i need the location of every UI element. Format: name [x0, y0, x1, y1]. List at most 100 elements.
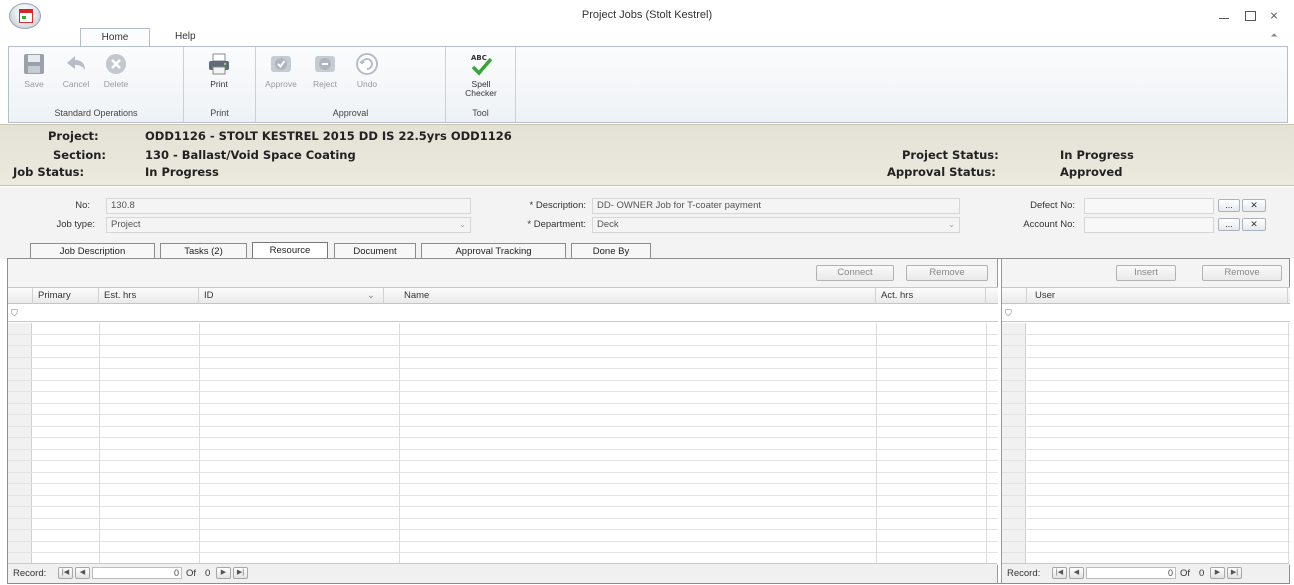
ribbon-tab-home[interactable]: Home: [80, 28, 150, 47]
table-row[interactable]: [1002, 392, 1290, 404]
account-clear-button[interactable]: ✕: [1242, 218, 1266, 231]
row-selector[interactable]: [1002, 380, 1026, 391]
table-row[interactable]: [1002, 346, 1290, 358]
table-row[interactable]: [8, 426, 998, 438]
table-row[interactable]: [8, 323, 998, 335]
last-record-button[interactable]: ▶|: [1227, 567, 1242, 579]
row-selector[interactable]: [1002, 346, 1026, 357]
remove-resource-button[interactable]: Remove: [906, 265, 988, 281]
row-selector[interactable]: [1002, 403, 1026, 414]
table-row[interactable]: [1002, 541, 1290, 553]
table-row[interactable]: [8, 472, 998, 484]
row-selector[interactable]: [1002, 449, 1026, 460]
table-row[interactable]: [8, 369, 998, 381]
row-selector[interactable]: [1002, 507, 1026, 518]
row-selector[interactable]: [8, 553, 32, 564]
tab-job-description[interactable]: Job Description: [30, 243, 155, 259]
table-row[interactable]: [8, 484, 998, 496]
row-selector[interactable]: [1002, 323, 1026, 334]
print-button[interactable]: Print: [200, 51, 238, 99]
current-record-field[interactable]: 0: [92, 567, 182, 579]
tab-done-by[interactable]: Done By: [571, 243, 651, 259]
description-field[interactable]: DD- OWNER Job for T-coater payment: [592, 198, 960, 214]
undo-button[interactable]: Undo: [348, 51, 386, 99]
row-selector[interactable]: [1002, 461, 1026, 472]
table-row[interactable]: [1002, 323, 1290, 335]
save-button[interactable]: Save: [15, 51, 53, 99]
table-row[interactable]: [8, 357, 998, 369]
row-selector[interactable]: [1002, 334, 1026, 345]
table-row[interactable]: [8, 346, 998, 358]
row-selector[interactable]: [8, 518, 32, 529]
user-filter-row[interactable]: ⛉: [1002, 305, 1290, 322]
minimize-button[interactable]: [1216, 10, 1232, 22]
table-row[interactable]: [8, 392, 998, 404]
col-id[interactable]: ID ⌄: [199, 288, 384, 304]
row-selector[interactable]: [8, 415, 32, 426]
table-row[interactable]: [1002, 461, 1290, 473]
row-selector[interactable]: [1002, 553, 1026, 564]
table-row[interactable]: [1002, 484, 1290, 496]
defect-browse-button[interactable]: ...: [1218, 199, 1240, 212]
table-row[interactable]: [8, 415, 998, 427]
col-name[interactable]: Name: [399, 288, 876, 304]
connect-button[interactable]: Connect: [816, 265, 894, 281]
table-row[interactable]: [1002, 438, 1290, 450]
insert-button[interactable]: Insert: [1116, 265, 1176, 281]
filter-funnel-icon[interactable]: ⛉: [1005, 309, 1015, 318]
current-record-field[interactable]: 0: [1086, 567, 1176, 579]
row-selector[interactable]: [1002, 484, 1026, 495]
defect-no-field[interactable]: [1084, 198, 1214, 214]
table-row[interactable]: [1002, 334, 1290, 346]
next-record-button[interactable]: ▶: [1210, 567, 1225, 579]
table-row[interactable]: [1002, 449, 1290, 461]
col-est-hrs[interactable]: Est. hrs: [99, 288, 199, 304]
row-selector[interactable]: [8, 357, 32, 368]
row-selector[interactable]: [8, 369, 32, 380]
row-selector[interactable]: [8, 484, 32, 495]
next-record-button[interactable]: ▶: [216, 567, 231, 579]
row-selector[interactable]: [1002, 369, 1026, 380]
row-selector[interactable]: [8, 495, 32, 506]
reject-button[interactable]: Reject: [306, 51, 344, 99]
col-act-hrs[interactable]: Act. hrs: [876, 288, 986, 304]
row-selector[interactable]: [8, 392, 32, 403]
account-no-field[interactable]: [1084, 217, 1214, 233]
cancel-button[interactable]: Cancel: [57, 51, 95, 99]
row-selector[interactable]: [1002, 472, 1026, 483]
table-row[interactable]: [8, 495, 998, 507]
table-row[interactable]: [8, 461, 998, 473]
row-selector[interactable]: [8, 323, 32, 334]
row-selector[interactable]: [8, 507, 32, 518]
table-row[interactable]: [8, 507, 998, 519]
row-selector[interactable]: [1002, 415, 1026, 426]
table-row[interactable]: [8, 541, 998, 553]
table-row[interactable]: [1002, 380, 1290, 392]
prev-record-button[interactable]: ◀: [1069, 567, 1084, 579]
row-selector[interactable]: [1002, 541, 1026, 552]
row-selector[interactable]: [1002, 357, 1026, 368]
table-row[interactable]: [8, 380, 998, 392]
row-selector[interactable]: [8, 449, 32, 460]
remove-user-button[interactable]: Remove: [1202, 265, 1282, 281]
row-selector[interactable]: [8, 472, 32, 483]
table-row[interactable]: [1002, 518, 1290, 530]
approve-button[interactable]: Approve: [262, 51, 300, 99]
spell-checker-button[interactable]: ABC Spell Checker: [460, 51, 502, 99]
row-selector[interactable]: [8, 334, 32, 345]
table-row[interactable]: [1002, 403, 1290, 415]
row-selector[interactable]: [8, 380, 32, 391]
first-record-button[interactable]: |◀: [1052, 567, 1067, 579]
row-selector[interactable]: [1002, 495, 1026, 506]
row-selector[interactable]: [1002, 426, 1026, 437]
row-selector[interactable]: [8, 426, 32, 437]
table-row[interactable]: [1002, 472, 1290, 484]
ribbon-collapse-icon[interactable]: ⏶: [1268, 30, 1280, 40]
table-row[interactable]: [1002, 369, 1290, 381]
row-selector[interactable]: [8, 541, 32, 552]
last-record-button[interactable]: ▶|: [233, 567, 248, 579]
defect-clear-button[interactable]: ✕: [1242, 199, 1266, 212]
table-row[interactable]: [1002, 507, 1290, 519]
table-row[interactable]: [8, 403, 998, 415]
table-row[interactable]: [8, 518, 998, 530]
